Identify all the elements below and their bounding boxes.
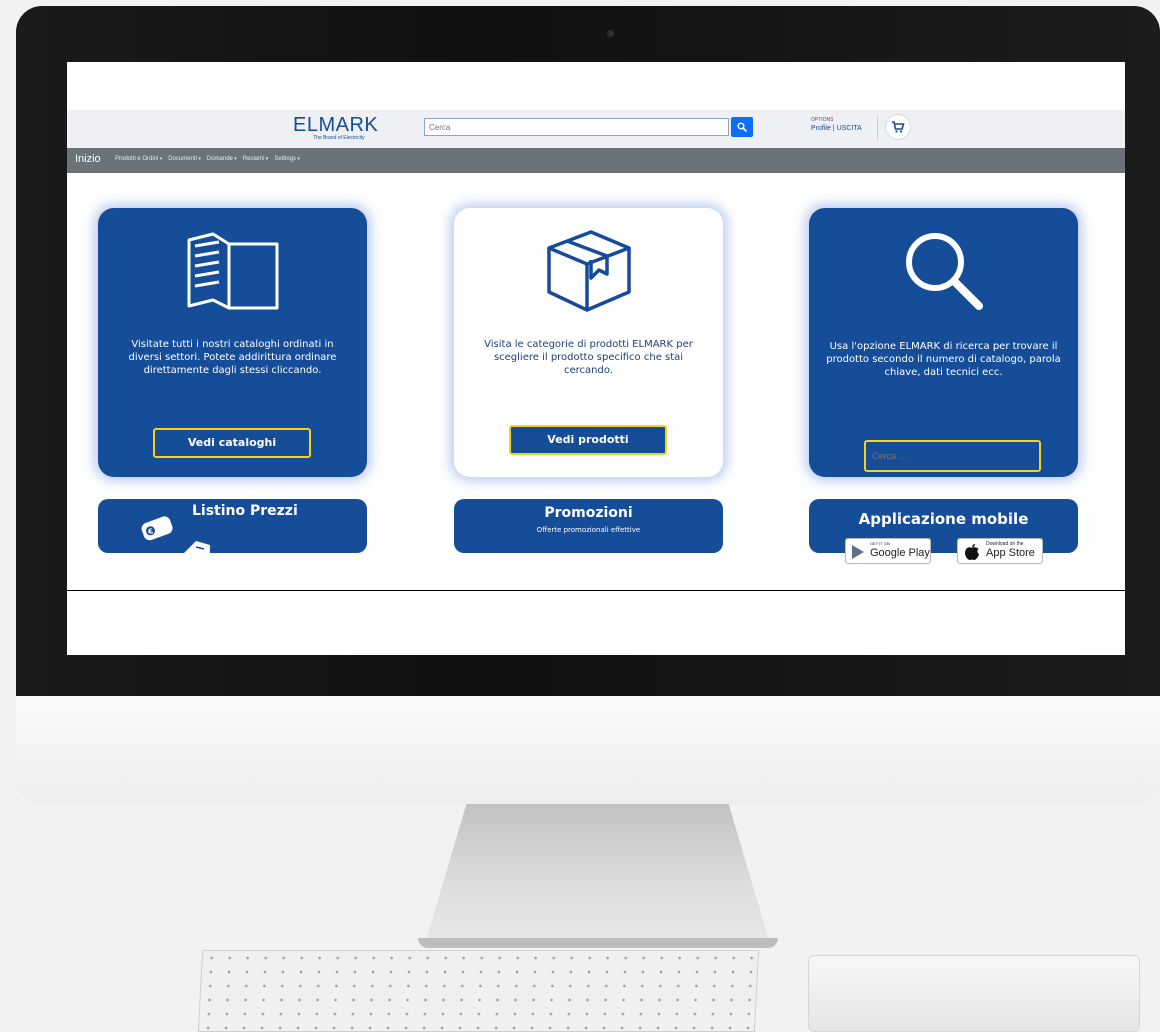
footer-divider [67,590,1125,591]
app-store-badge[interactable]: Download on the App Store [957,538,1043,564]
apple-icon [965,544,979,560]
products-card: Visita le categorie di prodotti ELMARK p… [454,208,723,477]
package-box-icon [547,230,631,312]
nav-item-products-orders[interactable]: Prodotti e Ordini [115,156,162,162]
promotions-banner[interactable]: Promozioni Offerte promozionali effettiv… [454,499,723,553]
view-catalogs-button[interactable]: Vedi cataloghi [153,428,311,458]
nav-home-link[interactable]: Inizio [75,153,101,165]
search-icon [737,122,747,132]
monitor-stand-base [418,938,778,948]
logout-link[interactable]: USCITA [837,125,862,132]
card-search-input[interactable] [864,440,1041,472]
promotions-title: Promozioni [544,505,633,521]
nav-item-complaints[interactable]: Reclami [243,156,269,162]
google-play-badge[interactable]: GET IT ON Google Play [845,538,931,564]
elmark-logo[interactable]: ELMARK [293,115,378,135]
main-navbar: Inizio Prodotti e Ordini Documenti Doman… [67,148,1125,173]
trackpad [808,955,1140,1032]
options-label: OPTIONS [811,117,834,123]
screen: ELMARK The Brand of Electricity OPTIONS … [67,62,1125,655]
monitor-stand [425,804,770,944]
header-divider [877,116,878,140]
catalogs-card: Visitate tutti i nostri cataloghi ordina… [98,208,367,477]
monitor-chin [16,696,1160,804]
banknote-icon [184,541,210,553]
nav-item-questions[interactable]: Domande [207,156,237,162]
catalogs-description: Visitate tutti i nostri cataloghi ordina… [128,339,337,376]
cart-icon [892,121,905,133]
account-links: Profile | USCITA [811,125,862,132]
link-separator: | [832,125,835,132]
mobile-app-title: Applicazione mobile [858,510,1029,528]
camera-dot [607,30,614,37]
header-search-button[interactable] [731,117,753,137]
google-play-label: Google Play [870,547,930,559]
search-card: Usa l'opzione ELMARK di ricerca per trov… [809,208,1078,477]
magnifier-icon [906,233,983,310]
google-play-top-text: GET IT ON [870,541,890,546]
view-products-button[interactable]: Vedi prodotti [509,425,667,455]
open-book-icon [187,232,279,310]
keyboard [197,950,760,1032]
cart-button[interactable] [885,114,911,140]
nav-menu: Prodotti e Ordini Documenti Domande Recl… [115,156,300,162]
header-bar: ELMARK The Brand of Electricity OPTIONS … [67,110,1125,148]
products-description: Visita le categorie di prodotti ELMARK p… [484,339,693,376]
app-store-label: App Store [986,547,1035,559]
pricelist-title: Listino Prezzi [192,503,298,519]
play-store-icon [852,545,864,559]
promotions-subtitle: Offerte promozionali effettive [536,526,641,534]
profile-link[interactable]: Profile [811,125,831,132]
logo-tagline: The Brand of Electricity [313,135,365,141]
header-search-input[interactable] [424,118,729,136]
euro-tag-icon: € [141,516,173,541]
nav-item-settings[interactable]: Settings [274,156,300,162]
pricelist-banner[interactable]: € Listino Prezzi [98,499,367,553]
search-description: Usa l'opzione ELMARK di ricerca per trov… [826,341,1061,378]
nav-item-documents[interactable]: Documenti [168,156,201,162]
